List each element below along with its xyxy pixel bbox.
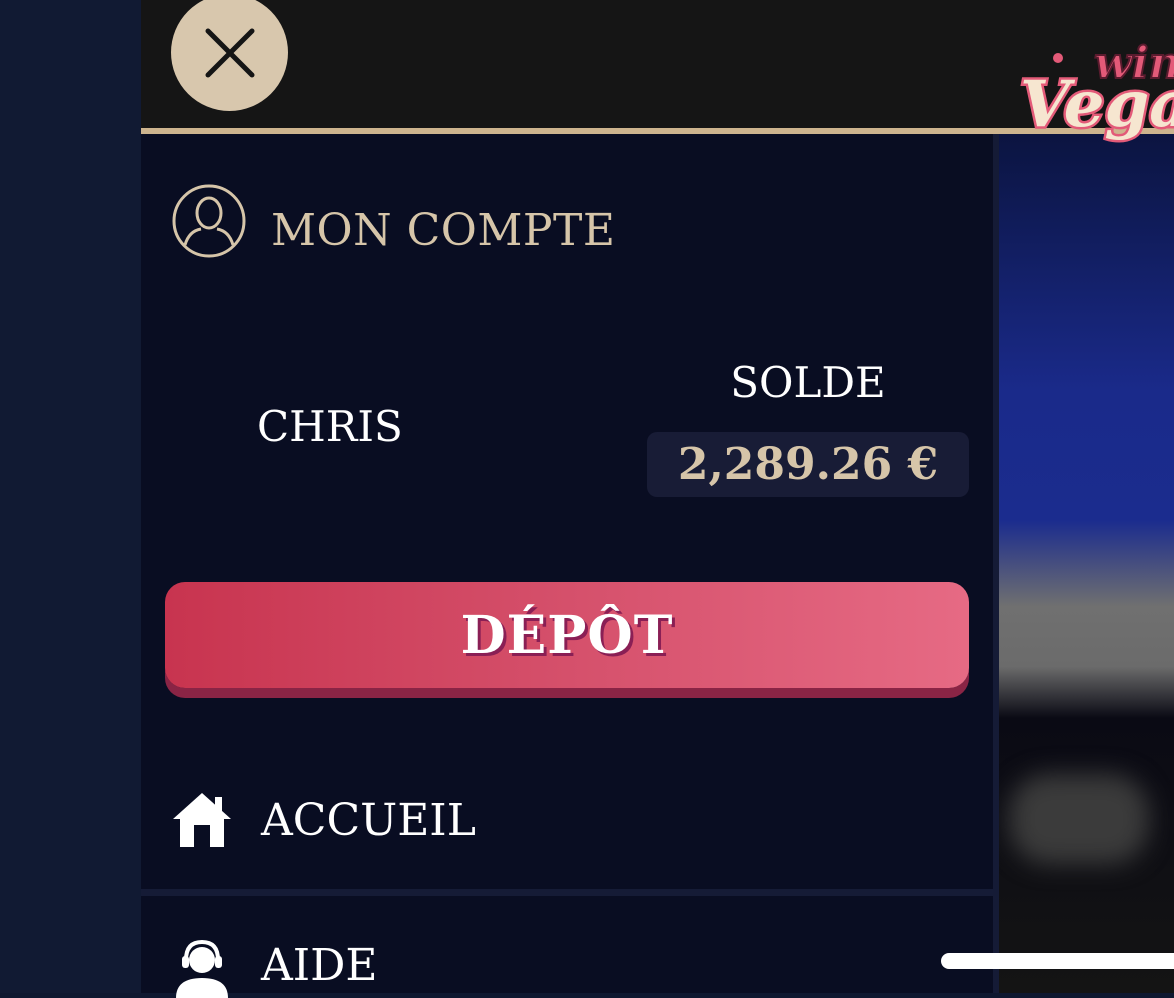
user-circle-icon [172, 184, 246, 258]
username: CHRIS [257, 402, 403, 451]
background-content-preview [999, 134, 1174, 993]
home-indicator [941, 953, 1174, 969]
account-title[interactable]: MON COMPTE [271, 205, 615, 256]
svg-text:Vegas: Vegas [1020, 67, 1174, 142]
deposit-label: DÉPÔT [460, 604, 674, 666]
menu-item-help[interactable]: AIDE [141, 896, 993, 998]
balance-box: 2,289.26 € [647, 432, 969, 497]
balance-value: 2,289.26 € [677, 439, 939, 490]
support-headset-icon [176, 939, 228, 998]
menu-item-home[interactable]: ACCUEIL [141, 767, 993, 877]
close-icon [205, 28, 254, 77]
panel-divider [993, 134, 999, 993]
balance-label: SOLDE [730, 358, 886, 407]
deposit-button[interactable]: DÉPÔT [165, 582, 969, 688]
background-left-strip [0, 0, 141, 993]
menu-separator [141, 889, 993, 896]
brand-logo[interactable]: win Vegas [1016, 22, 1174, 162]
blurred-content [1009, 774, 1149, 864]
menu-item-label: ACCUEIL [261, 795, 476, 846]
menu-item-label: AIDE [261, 940, 378, 991]
home-icon [173, 793, 231, 847]
